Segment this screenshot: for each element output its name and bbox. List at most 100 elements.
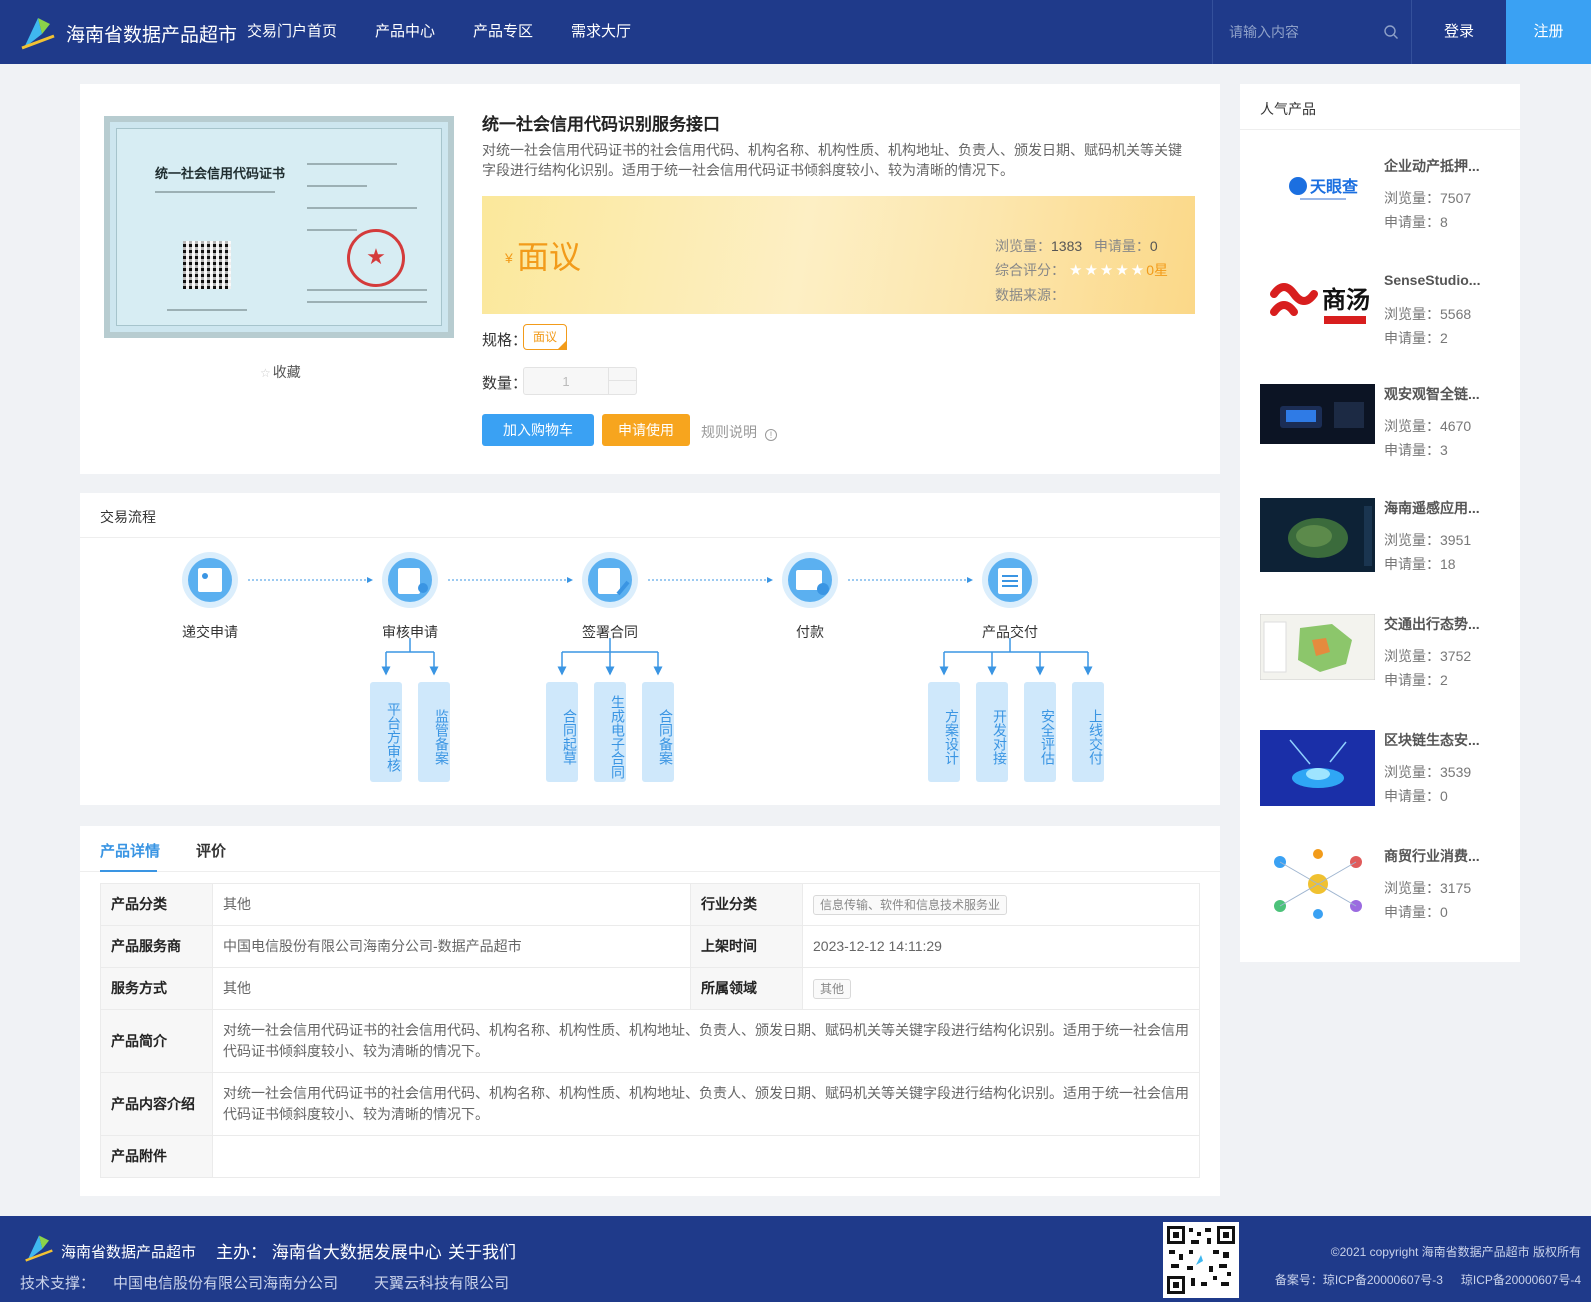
popular-product-item[interactable]: 海南遥感应用... 浏览量：3951 申请量：18: [1260, 498, 1510, 598]
quantity-increase-button[interactable]: [608, 368, 636, 381]
popular-product-name: SenseStudio...: [1384, 272, 1481, 288]
rules-link[interactable]: 规则说明!: [701, 422, 777, 442]
support-company-2: 天翼云科技有限公司: [374, 1275, 510, 1292]
register-button[interactable]: 注册: [1506, 0, 1591, 64]
icp-label: 备案号：: [1274, 1273, 1323, 1287]
rating-stars-icon: ★★★★★: [1069, 262, 1147, 279]
detail-key: 上架时间: [690, 925, 803, 968]
nav-product-center[interactable]: 产品中心: [375, 0, 435, 64]
applies-value: 0: [1149, 238, 1158, 254]
applies-label: 申请量：: [1384, 904, 1440, 920]
top-header: 海南省数据产品超市 交易门户首页 产品中心 产品专区 需求大厅 登录 注册: [0, 0, 1591, 64]
detail-key: 产品内容介绍: [100, 1072, 213, 1136]
product-stats: 浏览量：1383 申请量：0 综合评分： ★★★★★0星 数据来源：: [995, 234, 1168, 307]
popular-product-item[interactable]: 交通出行态势... 浏览量：3752 申请量：2: [1260, 614, 1510, 714]
popular-product-item[interactable]: 商汤 SenseStudio... 浏览量：5568 申请量：2: [1260, 272, 1510, 372]
detail-key: 行业分类: [690, 883, 803, 926]
favorite-button[interactable]: ☆ 收藏: [260, 362, 301, 382]
satellite-map-icon: [1260, 498, 1375, 572]
applies-label: 申请量：: [1384, 556, 1440, 572]
popular-product-name: 海南遥感应用...: [1384, 500, 1480, 516]
popular-product-name: 企业动产抵押...: [1384, 158, 1480, 174]
nav-demand-hall[interactable]: 需求大厅: [571, 0, 631, 64]
apply-use-button[interactable]: 申请使用: [602, 414, 690, 446]
applies-value: 2: [1440, 672, 1448, 688]
detail-value: 信息传输、软件和信息技术服务业: [802, 883, 1200, 926]
detail-value: [212, 1135, 1200, 1178]
applies-label: 申请量：: [1384, 442, 1440, 458]
flow-step-submit: 递交申请: [182, 624, 238, 640]
detail-value: 其他: [212, 967, 691, 1010]
table-row: 服务方式 其他 所属领域 其他: [100, 967, 1200, 1010]
views-value: 5568: [1440, 306, 1472, 322]
flow-sub-platform-review: 平台方审核: [370, 682, 402, 782]
views-label: 浏览量：: [995, 238, 1051, 254]
add-to-cart-button[interactable]: 加入购物车: [482, 414, 594, 446]
search-input[interactable]: [1229, 17, 1379, 47]
detail-key: 服务方式: [100, 967, 213, 1010]
flow-sub-contract-filing: 合同备案: [642, 682, 674, 782]
search-icon[interactable]: [1383, 24, 1399, 40]
footer-host: 主办： 海南省大数据发展中心: [216, 1238, 442, 1263]
site-logo-icon[interactable]: [20, 14, 56, 52]
table-row: 产品分类 其他 行业分类 信息传输、软件和信息技术服务业: [100, 883, 1200, 926]
svg-text:天眼查: 天眼查: [1310, 177, 1358, 196]
detail-value: 对统一社会信用代码证书的社会信用代码、机构名称、机构性质、机构地址、负责人、颁发…: [212, 1009, 1200, 1073]
quantity-decrease-button[interactable]: [608, 381, 636, 394]
flow-sub-go-live: 上线交付: [1072, 682, 1104, 782]
site-title[interactable]: 海南省数据产品超市: [66, 20, 237, 47]
footer-logo-icon: [25, 1235, 53, 1262]
detail-tabs: 产品详情 评价: [80, 826, 1220, 872]
applies-label: 申请量：: [1384, 214, 1440, 230]
views-value: 3539: [1440, 764, 1472, 780]
popular-products-header: 人气产品: [1240, 84, 1520, 130]
product-title: 统一社会信用代码识别服务接口: [482, 115, 720, 134]
blockchain-graphic-icon: [1260, 730, 1375, 806]
detail-value: 对统一社会信用代码证书的社会信用代码、机构名称、机构性质、机构地址、负责人、颁发…: [212, 1072, 1200, 1136]
trade-flow-card: 交易流程 递交申请 审核申请 签署合同 付款 产品交付 平台方审核 监管备案 合…: [80, 493, 1220, 805]
icp-number-2[interactable]: 琼ICP备20000607号-4: [1461, 1273, 1581, 1287]
footer-icp: 备案号：琼ICP备20000607号-3 琼ICP备20000607号-4: [1257, 1271, 1581, 1288]
detail-value: 其他: [212, 883, 691, 926]
active-tab-indicator: [100, 870, 157, 872]
tab-reviews[interactable]: 评价: [196, 840, 226, 861]
tab-product-detail[interactable]: 产品详情: [100, 840, 160, 861]
spec-option[interactable]: 面议: [523, 324, 567, 350]
popular-products-card: 人气产品 天眼查 企业动产抵押... 浏览量：7507 申请量：8 商汤 Sen…: [1240, 84, 1520, 962]
qr-code-icon: [1163, 1222, 1239, 1298]
popular-product-item[interactable]: 观安观智全链... 浏览量：4670 申请量：3: [1260, 384, 1510, 484]
rating-text: 0星: [1146, 262, 1169, 278]
popular-product-item[interactable]: 天眼查 企业动产抵押... 浏览量：7507 申请量：8: [1260, 156, 1510, 256]
step-icon-review: [382, 552, 438, 608]
spec-label: 规格：: [482, 332, 528, 349]
search-box: [1212, 0, 1412, 64]
table-row: 产品内容介绍 对统一社会信用代码证书的社会信用代码、机构名称、机构性质、机构地址…: [100, 1072, 1200, 1136]
support-label: 技术支撑：: [20, 1275, 96, 1292]
detail-key: 产品分类: [100, 883, 213, 926]
footer-site-title: 海南省数据产品超市: [61, 1244, 197, 1261]
applies-value: 18: [1440, 556, 1456, 572]
nav-product-zone[interactable]: 产品专区: [473, 0, 533, 64]
network-icons-icon: [1260, 846, 1375, 922]
footer-support: 技术支撑： 中国电信股份有限公司海南分公司 天翼云科技有限公司: [20, 1272, 527, 1293]
certificate-seal-icon: ★: [347, 229, 405, 287]
popular-product-item[interactable]: 区块链生态安... 浏览量：3539 申请量：0: [1260, 730, 1510, 830]
icp-number-1[interactable]: 琼ICP备20000607号-3: [1323, 1273, 1443, 1287]
flow-sub-dev-integration: 开发对接: [976, 682, 1008, 782]
flow-step-payment: 付款: [796, 624, 824, 640]
applies-value: 0: [1440, 788, 1448, 804]
about-us-link[interactable]: 关于我们: [448, 1238, 516, 1263]
views-label: 浏览量：: [1384, 880, 1440, 896]
popular-product-item[interactable]: 商贸行业消费... 浏览量：3175 申请量：0: [1260, 846, 1510, 946]
flow-sub-contract-draft: 合同起草: [546, 682, 578, 782]
nav-home[interactable]: 交易门户首页: [247, 0, 337, 64]
quantity-stepper: [523, 367, 637, 395]
rating-label: 综合评分：: [995, 262, 1065, 278]
page-footer: 海南省数据产品超市 主办： 海南省大数据发展中心 关于我们 技术支撑： 中国电信股…: [0, 1216, 1591, 1302]
flow-sub-e-contract: 生成电子合同: [594, 682, 626, 782]
views-value: 4670: [1440, 418, 1472, 434]
login-button[interactable]: 登录: [1412, 0, 1506, 64]
flow-sub-regulatory-filing: 监管备案: [418, 682, 450, 782]
quantity-input[interactable]: [524, 368, 608, 394]
price-panel: ¥ 面议 浏览量：1383 申请量：0 综合评分： ★★★★★0星 数据来源：: [482, 196, 1195, 314]
